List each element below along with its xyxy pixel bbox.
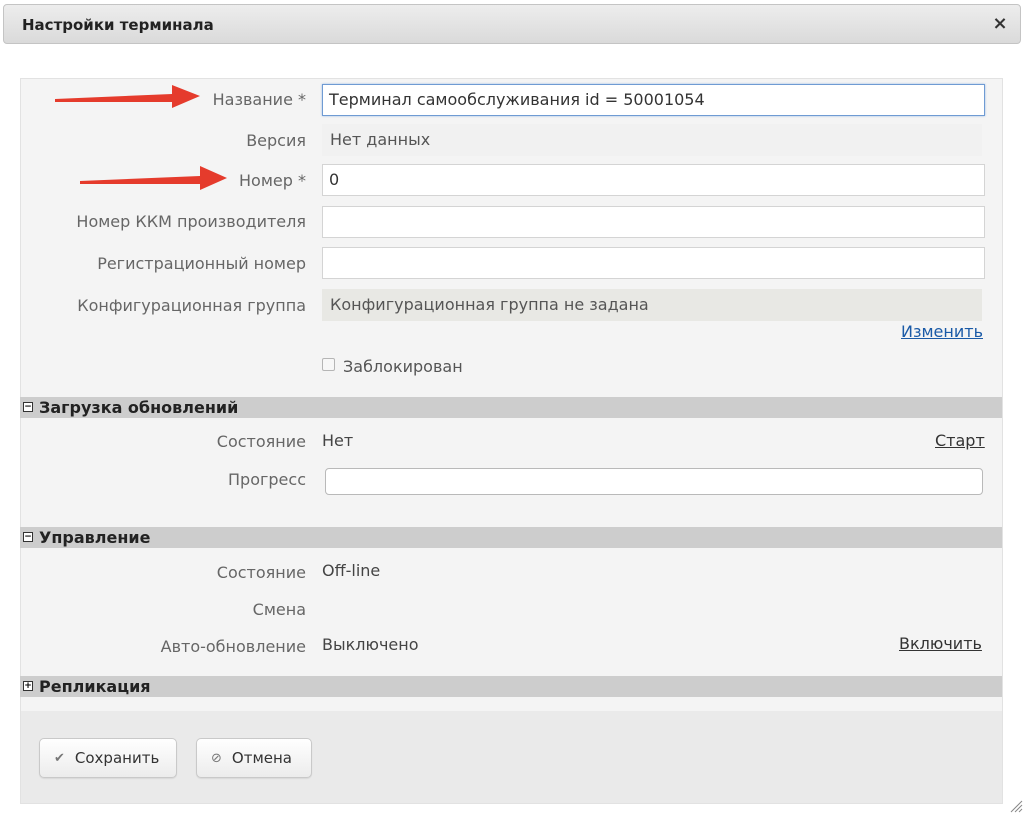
version-label: Версия [246,131,306,150]
save-button[interactable]: ✔ Сохранить [39,738,177,778]
progress-label: Прогресс [228,470,306,489]
number-input[interactable]: 0 [322,164,985,196]
expand-icon[interactable]: + [23,681,33,691]
enable-auto-update-link[interactable]: Включить [899,634,982,653]
update-state-value: Нет [322,431,354,450]
auto-update-label: Авто-обновление [160,637,306,656]
change-config-group-link[interactable]: Изменить [901,322,983,341]
section-replication-header[interactable]: + Репликация [20,676,1002,697]
section-updates-header[interactable]: − Загрузка обновлений [20,397,1002,418]
mgmt-state-label: Состояние [216,563,306,582]
blocked-label: Заблокирован [343,357,463,376]
close-icon[interactable]: × [990,13,1010,35]
version-value: Нет данных [322,124,982,156]
save-button-label: Сохранить [74,749,160,767]
cancel-button[interactable]: ⊘ Отмена [196,738,312,778]
blocked-checkbox[interactable] [322,358,335,371]
dialog-title: Настройки терминала [22,16,214,34]
kkm-number-input[interactable] [322,206,985,238]
checkmark-icon: ✔ [54,750,65,766]
mgmt-state-value: Off-line [322,561,381,580]
cancel-button-label: Отмена [231,749,292,767]
resize-grip-icon[interactable] [1009,799,1023,813]
annotation-arrow-icon [55,85,200,108]
annotation-arrow-icon [80,166,227,190]
kkm-number-label: Номер ККМ производителя [76,212,306,231]
name-label: Название * [212,90,306,109]
reg-number-input[interactable] [322,247,985,279]
name-input[interactable]: Терминал самообслуживания id = 50001054 [322,84,985,116]
shift-label: Смена [252,600,306,619]
auto-update-value: Выключено [322,635,419,654]
update-state-label: Состояние [216,432,306,451]
start-link[interactable]: Старт [935,431,985,450]
number-label: Номер * [239,171,306,190]
reg-number-label: Регистрационный номер [97,254,306,273]
dialog-titlebar: Настройки терминала × [3,4,1021,44]
config-group-label: Конфигурационная группа [77,296,306,315]
collapse-icon[interactable]: − [23,402,33,412]
collapse-icon[interactable]: − [23,532,33,542]
section-management-header[interactable]: − Управление [20,527,1002,548]
section-updates-title: Загрузка обновлений [39,398,239,417]
section-replication-title: Репликация [39,677,151,696]
cancel-icon: ⊘ [211,750,222,766]
update-progress-bar [325,468,983,495]
config-group-value: Конфигурационная группа не задана [322,289,982,321]
section-management-title: Управление [39,528,151,547]
